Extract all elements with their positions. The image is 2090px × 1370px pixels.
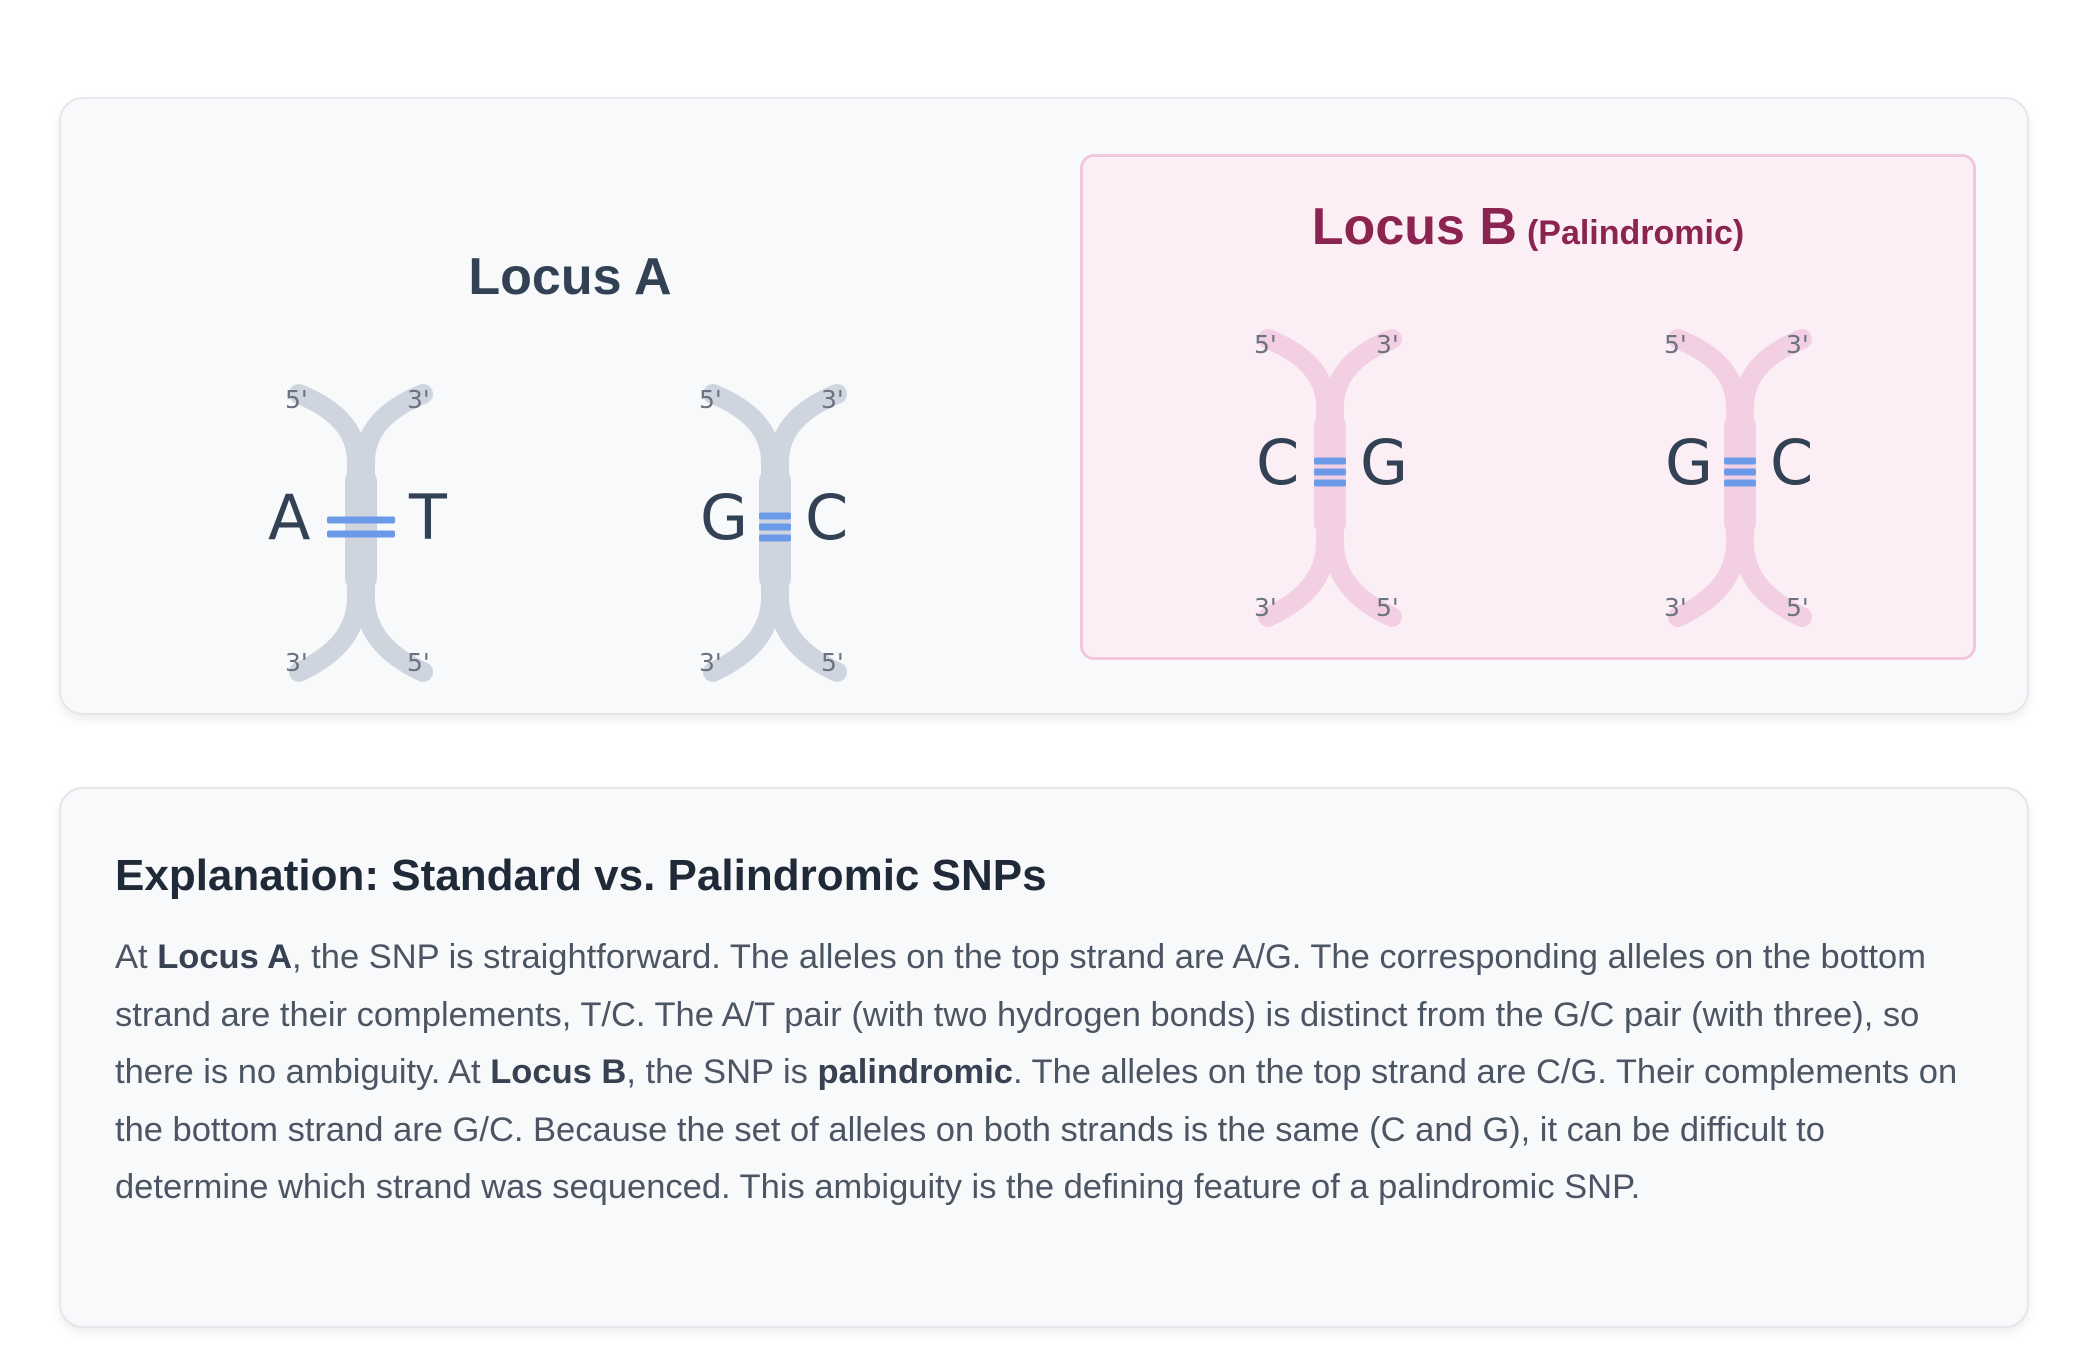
hydrogen-bond xyxy=(327,530,395,538)
base-pair-c-g: 5' 3' 3' 5' C G xyxy=(1220,312,1440,642)
locus-b-panel: Locus B (Palindromic) 5' 3' 3' 5' C G 5' … xyxy=(1080,154,1976,660)
locus-b-title-text: Locus B xyxy=(1311,198,1517,256)
base-pair-g-c: 5' 3' 3' 5' G C xyxy=(1630,312,1850,642)
strand-end-label: 5' xyxy=(1376,593,1399,622)
hydrogen-bond xyxy=(1724,479,1756,487)
hydrogen-bond xyxy=(759,534,791,542)
base-left: G xyxy=(700,481,749,554)
strand-end-label: 3' xyxy=(1254,593,1277,622)
strand-graphic xyxy=(703,384,847,682)
hydrogen-bond xyxy=(1314,479,1346,487)
locus-b-subtitle: (Palindromic) xyxy=(1526,214,1745,252)
hydrogen-bond xyxy=(1724,457,1756,465)
explanation-text: At Locus A, the SNP is straightforward. … xyxy=(115,929,1975,1217)
strand-graphic xyxy=(1668,329,1812,627)
strand-end-label: 3' xyxy=(821,385,844,414)
base-right: G xyxy=(1360,426,1409,499)
strand-end-label: 5' xyxy=(699,385,722,414)
strand-end-label: 5' xyxy=(407,648,430,677)
strand-end-label: 5' xyxy=(285,385,308,414)
text-run: At xyxy=(115,938,158,976)
base-right: C xyxy=(805,481,849,554)
locus-b-title: Locus B (Palindromic) xyxy=(1083,201,1973,253)
base-left: C xyxy=(1256,426,1300,499)
explanation-title: Explanation: Standard vs. Palindromic SN… xyxy=(115,851,1047,900)
bold-locus-a: Locus A xyxy=(157,938,293,976)
hydrogen-bond xyxy=(759,512,791,520)
explanation-card: Explanation: Standard vs. Palindromic SN… xyxy=(59,787,2029,1328)
strand-end-label: 5' xyxy=(1786,593,1809,622)
strand-end-label: 5' xyxy=(1254,330,1277,359)
strand-end-label: 3' xyxy=(1664,593,1687,622)
diagram-card: Locus A 5' 3' 3' 5' A T 5' 3' 3' 5' G C … xyxy=(59,97,2029,715)
strand-end-label: 3' xyxy=(1786,330,1809,359)
strand-core xyxy=(345,467,377,592)
strand-end-label: 3' xyxy=(1376,330,1399,359)
strand-end-label: 3' xyxy=(407,385,430,414)
text-run: , the SNP is xyxy=(626,1053,818,1091)
strand-end-label: 5' xyxy=(821,648,844,677)
strand-end-label: 3' xyxy=(285,648,308,677)
base-left: A xyxy=(268,481,311,554)
strand-end-label: 5' xyxy=(1664,330,1687,359)
locus-a-panel: Locus A 5' 3' 3' 5' A T 5' 3' 3' 5' G C xyxy=(61,154,1079,682)
hydrogen-bond xyxy=(1314,457,1346,465)
hydrogen-bond xyxy=(1724,468,1756,476)
hydrogen-bond xyxy=(327,516,395,524)
base-pair-g-c: 5' 3' 3' 5' G C xyxy=(665,367,885,697)
base-right: C xyxy=(1770,426,1814,499)
bold-locus-b: Locus B xyxy=(490,1053,627,1091)
hydrogen-bond xyxy=(759,523,791,531)
strand-end-label: 3' xyxy=(699,648,722,677)
base-pair-a-t: 5' 3' 3' 5' A T xyxy=(251,367,471,697)
bold-palindromic: palindromic xyxy=(817,1053,1013,1091)
base-right: T xyxy=(409,481,447,554)
base-left: G xyxy=(1665,426,1714,499)
locus-a-title: Locus A xyxy=(468,248,672,306)
hydrogen-bond xyxy=(1314,468,1346,476)
